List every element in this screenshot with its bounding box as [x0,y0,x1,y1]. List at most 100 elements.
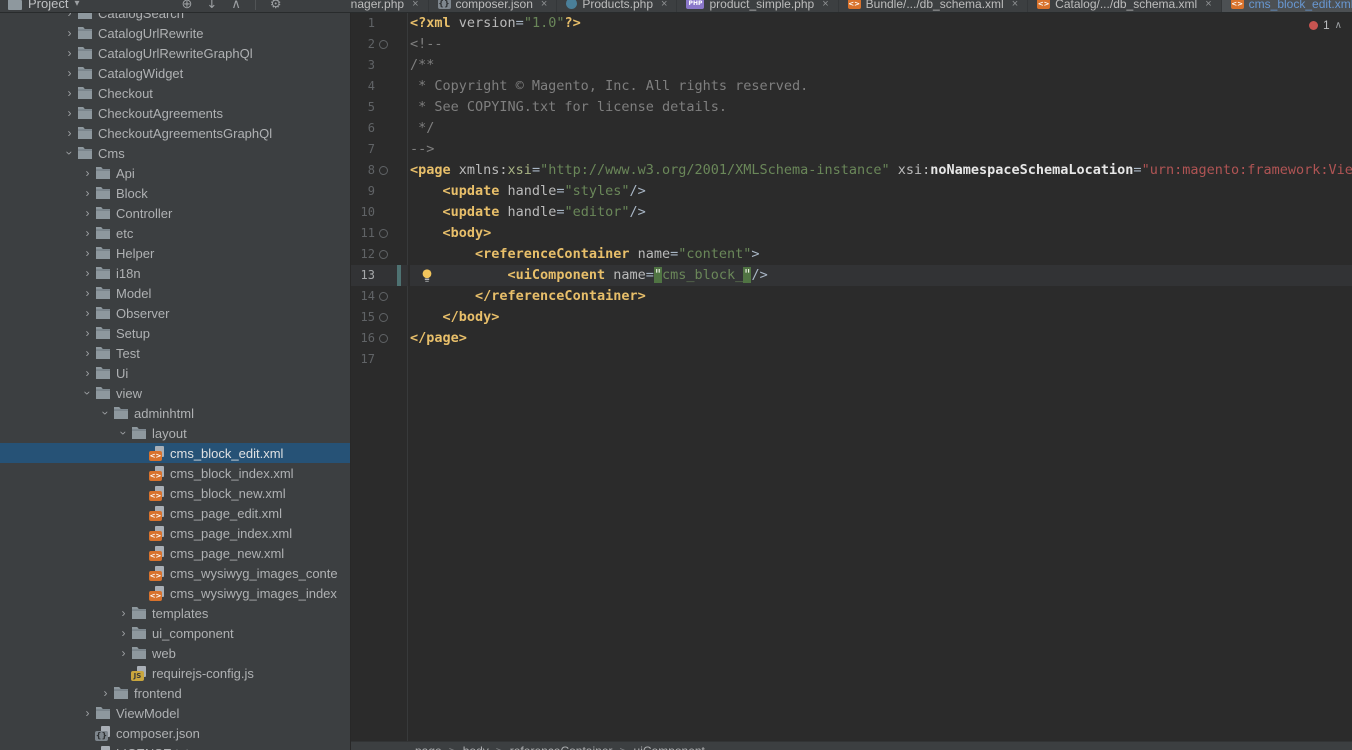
tree-item-model[interactable]: ›Model [0,283,350,303]
tab-close-icon[interactable]: × [412,0,418,10]
tab--manager-php[interactable]: ...Manager.php× [351,0,429,13]
fold-marker-icon[interactable] [379,229,388,238]
chevron-icon[interactable]: › [62,26,77,40]
hide-panel-icon[interactable]: ∧ [231,0,241,12]
tree-item-templates[interactable]: ›templates [0,603,350,623]
chevron-icon[interactable]: › [62,126,77,140]
tree-item-helper[interactable]: ›Helper [0,243,350,263]
tree-item-etc[interactable]: ›etc [0,223,350,243]
locate-icon[interactable]: ⊕ [182,0,193,12]
tree-item-view[interactable]: ›view [0,383,350,403]
inspections-widget[interactable]: 1 ∧ [1309,18,1342,32]
settings-gear-icon[interactable]: ⚙ [270,0,282,12]
chevron-icon[interactable]: › [62,13,77,20]
chevron-icon[interactable]: › [80,166,95,180]
tab-close-icon[interactable]: × [822,0,828,10]
code-line[interactable]: </referenceContainer> [410,286,1352,307]
chevron-icon[interactable]: › [98,686,113,700]
chevron-icon[interactable]: › [116,606,131,620]
tree-item-adminhtml[interactable]: ›adminhtml [0,403,350,423]
chevron-icon[interactable]: › [117,426,131,441]
chevron-icon[interactable]: › [116,626,131,640]
tree-item-frontend[interactable]: ›frontend [0,683,350,703]
intention-bulb-icon[interactable] [420,267,434,284]
editor[interactable]: 1234567891011121314151617 <?xml version=… [351,13,1352,741]
tab-catalog-db-schema-xml[interactable]: <>Catalog/.../db_schema.xml× [1028,0,1222,13]
tree-item-cms-page-edit-xml[interactable]: ›<>cms_page_edit.xml [0,503,350,523]
code-line[interactable]: <update handle="editor"/> [410,202,1352,223]
chevron-icon[interactable]: › [80,286,95,300]
code-line[interactable]: */ [410,118,1352,139]
collapse-all-icon[interactable]: ↧ [206,0,217,12]
chevron-icon[interactable]: › [62,66,77,80]
next-error-chevron-icon[interactable]: ∧ [1335,20,1342,31]
tree-item-checkout[interactable]: ›Checkout [0,83,350,103]
tree-item-composer-json[interactable]: ›{}composer.json [0,723,350,743]
tree-item-cms-wysiwyg-images-index[interactable]: ›<>cms_wysiwyg_images_index [0,583,350,603]
tab-product-simple-php[interactable]: PHPproduct_simple.php× [677,0,838,13]
tree-item-test[interactable]: ›Test [0,343,350,363]
code-line[interactable]: --> [410,139,1352,160]
tab-cms-block-edit-xml[interactable]: <>cms_block_edit.xml× [1222,0,1352,13]
tree-item-i18n[interactable]: ›i18n [0,263,350,283]
tree-item-catalogurlrewritegraphql[interactable]: ›CatalogUrlRewriteGraphQl [0,43,350,63]
tree-item-cms-block-new-xml[interactable]: ›<>cms_block_new.xml [0,483,350,503]
tree-item-checkoutagreementsgraphql[interactable]: ›CheckoutAgreementsGraphQl [0,123,350,143]
tree-item-catalogwidget[interactable]: ›CatalogWidget [0,63,350,83]
code-line[interactable]: <referenceContainer name="content"> [410,244,1352,265]
tab-close-icon[interactable]: × [1012,0,1018,10]
chevron-icon[interactable]: › [62,86,77,100]
tree-item-api[interactable]: ›Api [0,163,350,183]
tree-item-requirejs-config-js[interactable]: ›JSrequirejs-config.js [0,663,350,683]
tree-item-checkoutagreements[interactable]: ›CheckoutAgreements [0,103,350,123]
chevron-down-icon[interactable]: ▾ [74,0,79,9]
code-line[interactable]: <?xml version="1.0"?> [410,13,1352,34]
code-line[interactable]: * See COPYING.txt for license details. [410,97,1352,118]
fold-marker-icon[interactable] [379,166,388,175]
fold-marker-icon[interactable] [379,250,388,259]
tab-close-icon[interactable]: × [661,0,667,10]
tab-products-php[interactable]: Products.php× [557,0,677,13]
chevron-icon[interactable]: › [80,266,95,280]
code-line[interactable]: /** [410,55,1352,76]
chevron-icon[interactable]: › [80,706,95,720]
tree-item-layout[interactable]: ›layout [0,423,350,443]
code-line[interactable]: * Copyright © Magento, Inc. All rights r… [410,76,1352,97]
chevron-icon[interactable]: › [80,246,95,260]
code-line[interactable]: <!-- [410,34,1352,55]
code-line[interactable]: <body> [410,223,1352,244]
chevron-icon[interactable]: › [80,326,95,340]
tab-close-icon[interactable]: × [1205,0,1211,10]
tree-item-cms-wysiwyg-images-conte[interactable]: ›<>cms_wysiwyg_images_conte [0,563,350,583]
chevron-icon[interactable]: › [80,366,95,380]
code-line[interactable]: <uiComponent name="cms_block_"/> [410,265,1352,286]
tree-item-web[interactable]: ›web [0,643,350,663]
breadcrumb-item-page[interactable]: page [415,744,442,750]
chevron-icon[interactable]: › [80,186,95,200]
chevron-icon[interactable]: › [63,146,77,161]
chevron-icon[interactable]: › [62,106,77,120]
chevron-icon[interactable]: › [80,206,95,220]
code-area[interactable]: <?xml version="1.0"?><!--/** * Copyright… [410,13,1352,741]
tree-item-license-txt[interactable]: ›≡LICENSE.txt [0,743,350,750]
tree-item-cms[interactable]: ›Cms [0,143,350,163]
tree-item-ui[interactable]: ›Ui [0,363,350,383]
breadcrumb-item-referencecontainer[interactable]: referenceContainer [510,744,613,750]
breadcrumb-item-body[interactable]: body [463,744,489,750]
code-line[interactable]: </body> [410,307,1352,328]
tree-item-catalogurlrewrite[interactable]: ›CatalogUrlRewrite [0,23,350,43]
tree-item-cms-block-index-xml[interactable]: ›<>cms_block_index.xml [0,463,350,483]
tree-item-viewmodel[interactable]: ›ViewModel [0,703,350,723]
tab-bundle-db-schema-xml[interactable]: <>Bundle/.../db_schema.xml× [839,0,1029,13]
chevron-icon[interactable]: › [80,346,95,360]
fold-marker-icon[interactable] [379,334,388,343]
chevron-icon[interactable]: › [80,306,95,320]
project-panel-title[interactable]: Project [28,0,68,11]
tree-item-controller[interactable]: ›Controller [0,203,350,223]
fold-marker-icon[interactable] [379,313,388,322]
tree-item-setup[interactable]: ›Setup [0,323,350,343]
code-line[interactable]: <page xmlns:xsi="http://www.w3.org/2001/… [410,160,1352,181]
code-line[interactable] [410,349,1352,370]
tree-item-catalogsearch[interactable]: ›CatalogSearch [0,13,350,23]
tree-item-cms-page-new-xml[interactable]: ›<>cms_page_new.xml [0,543,350,563]
